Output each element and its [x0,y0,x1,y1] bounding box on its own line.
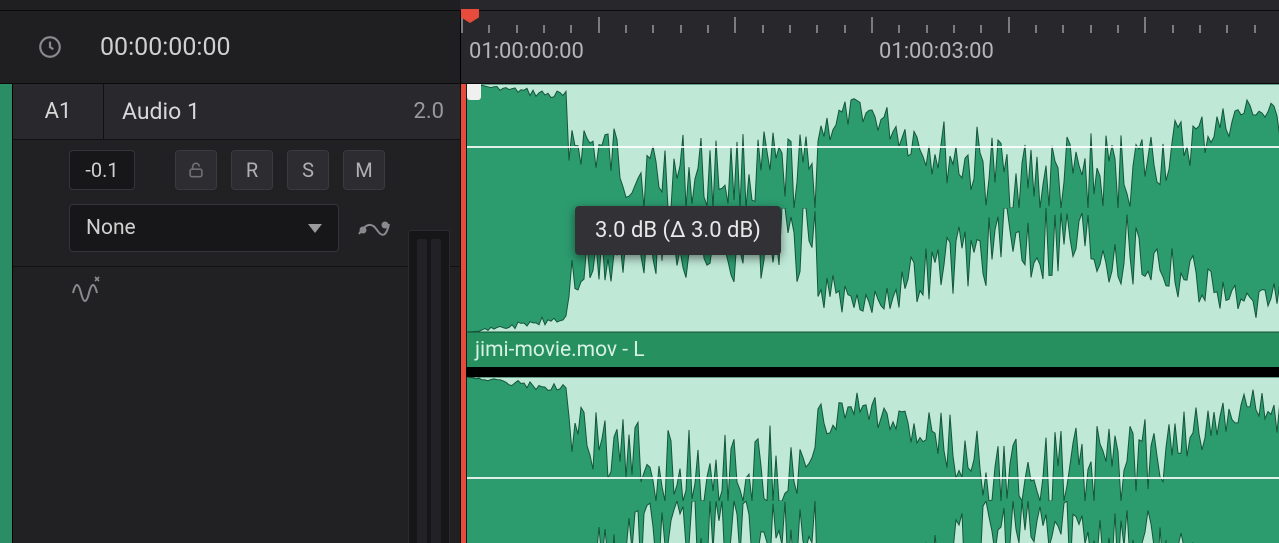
timeline-ruler[interactable]: 01:00:00:00 01:00:03:00 [461,11,1279,83]
waveform-mode-icon[interactable] [69,269,107,307]
timecode-panel: 00:00:00:00 [0,11,461,83]
waveform-lower-top [467,377,1279,501]
automation-curve-icon[interactable] [353,207,395,249]
track-gain-input[interactable]: -0.1 [69,150,135,190]
record-arm-button[interactable]: R [231,150,273,190]
clip-gain-line-lower[interactable] [467,477,1279,479]
mute-button[interactable]: M [343,150,385,190]
ruler-ticks [461,11,1279,35]
channel-divider [461,367,1279,377]
ruler-label-0: 01:00:00:00 [469,39,584,64]
track-panel: A1 Audio 1 2.0 -0.1 R S M [13,84,461,543]
effect-dropdown-value: None [86,216,136,240]
clip-fade-handle[interactable] [467,84,481,100]
gain-tooltip: 3.0 dB (Δ 3.0 dB) [575,206,781,255]
chevron-down-icon [308,224,322,233]
audio-clip-right-channel[interactable] [467,377,1279,543]
timecode-value[interactable]: 00:00:00:00 [100,33,231,62]
playhead-line[interactable] [461,84,466,543]
top-cropped-row [0,0,1279,11]
solo-button[interactable]: S [287,150,329,190]
vu-meter [408,230,450,543]
track-channel-count: 2.0 [413,99,444,124]
effect-dropdown[interactable]: None [69,204,339,252]
left-gutter [0,84,13,543]
lock-icon[interactable] [175,150,217,190]
track-header[interactable]: A1 Audio 1 2.0 [13,84,460,140]
timeline-area[interactable]: jimi-movie.mov - L 3.0 dB (Δ 3.0 dB) [461,84,1279,543]
clip-gain-line-upper[interactable] [467,146,1279,148]
track-id[interactable]: A1 [13,84,104,139]
clip-label-text: jimi-movie.mov - L [475,338,645,362]
waveform-lower-bot [467,501,1279,543]
ruler-label-1: 01:00:03:00 [879,39,994,64]
gain-tooltip-text: 3.0 dB (Δ 3.0 dB) [595,218,761,243]
track-name[interactable]: Audio 1 [104,98,413,125]
clock-icon [0,34,100,60]
clip-label: jimi-movie.mov - L [467,332,1279,367]
